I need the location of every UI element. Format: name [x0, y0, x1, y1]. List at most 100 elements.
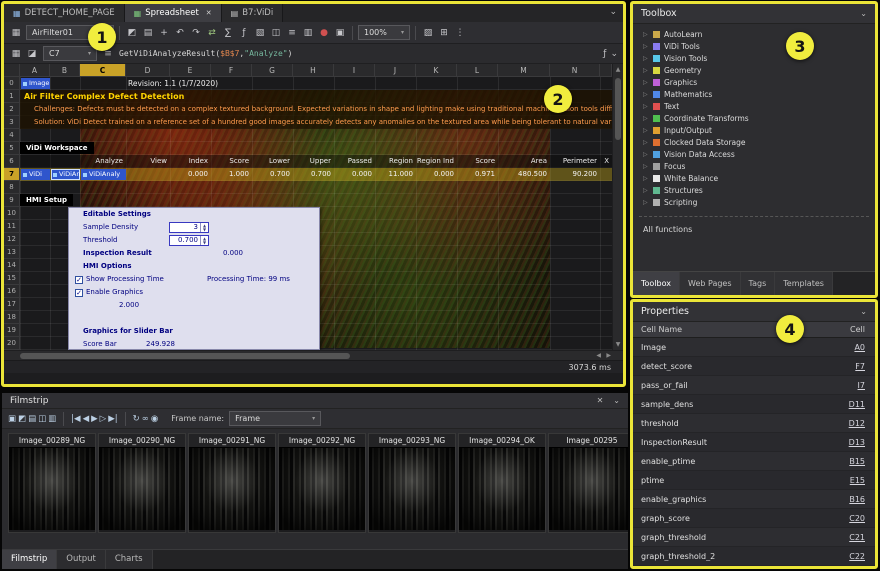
cell-reference-box[interactable]: C7 ▾	[43, 46, 97, 61]
property-cell-link[interactable]: E15	[823, 476, 875, 485]
toolbox-category[interactable]: ▷ Graphics	[633, 76, 875, 88]
transfer-icon[interactable]: ⇄	[205, 22, 219, 44]
sum-icon[interactable]: ∑	[221, 22, 235, 44]
row-vidi-results[interactable]: ViDi ViDiAnal ViDiAnaly 0.000 1.000 0.70…	[4, 168, 612, 181]
grid-corner[interactable]	[4, 64, 20, 76]
scroll-up-icon[interactable]: ▲	[613, 64, 623, 75]
result-value-cell[interactable]: 0.700	[252, 168, 293, 181]
column-header[interactable]: A	[20, 64, 50, 76]
row-number[interactable]: 15	[4, 272, 20, 285]
row-number[interactable]: 9	[4, 194, 20, 207]
row-number[interactable]: 2	[4, 103, 20, 116]
column-header[interactable]: H	[293, 64, 334, 76]
row-number[interactable]: 4	[4, 129, 20, 142]
formula-input[interactable]: GetViDiAnalyzeResult($B$7,"Analyze")	[119, 49, 599, 58]
horizontal-scrollbar[interactable]: ◀ ▶	[4, 350, 623, 360]
thumbnails-icon[interactable]: ◫	[38, 409, 46, 429]
checkbox-checked[interactable]: ✓	[75, 289, 83, 297]
function-chevron-icon[interactable]: ⌄	[610, 49, 618, 59]
column-header[interactable]: I	[334, 64, 375, 76]
property-cell-link[interactable]: I7	[823, 381, 875, 390]
toolbox-category[interactable]: ▷ Vision Data Access	[633, 148, 875, 160]
checkbox-checked[interactable]: ✓	[75, 276, 83, 284]
result-value-cell[interactable]: 480.500	[498, 168, 550, 181]
toolbox-category[interactable]: ▷ Scripting	[633, 196, 875, 208]
image-thumbnail[interactable]: Image_00294_OK	[458, 433, 546, 533]
last-frame-icon[interactable]: ▶|	[108, 409, 117, 429]
document-tab[interactable]: ▦ Spreadsheet ✕	[125, 4, 222, 22]
toolbox-category[interactable]: ▷ Input/Output	[633, 124, 875, 136]
expand-arrow-icon[interactable]: ▷	[643, 67, 649, 74]
prev-frame-icon[interactable]: ◀	[83, 409, 90, 429]
chevron-down-icon[interactable]: ⌄	[860, 9, 867, 18]
result-value-cell[interactable]: 90.200	[550, 168, 600, 181]
vidi-analyze-chip[interactable]: ViDiAnal	[51, 169, 80, 180]
thumbnail-image[interactable]	[99, 447, 185, 530]
expand-arrow-icon[interactable]: ▷	[643, 91, 649, 98]
result-value-cell[interactable]: 11.000	[375, 168, 416, 181]
function-icon[interactable]: ƒ	[237, 22, 251, 44]
record-icon[interactable]: ●	[317, 22, 331, 44]
palette-icon[interactable]: ◪	[25, 43, 39, 65]
expand-arrow-icon[interactable]: ▷	[643, 187, 649, 194]
document-tab[interactable]: ▤ B7:ViDi	[222, 4, 284, 22]
expand-arrow-icon[interactable]: ▷	[643, 163, 649, 170]
result-value-cell[interactable]: 0.000	[416, 168, 457, 181]
property-cell-link[interactable]: C20	[823, 514, 875, 523]
spin-down-icon[interactable]: ▼	[203, 228, 206, 232]
vidi-analysis-chip[interactable]: ViDiAnaly	[81, 169, 126, 180]
thumbnail-image[interactable]	[459, 447, 545, 530]
result-value-cell[interactable]: 0.971	[457, 168, 498, 181]
expand-arrow-icon[interactable]: ▷	[643, 115, 649, 122]
toolbox-category[interactable]: ▷ Structures	[633, 184, 875, 196]
row-number[interactable]: 1	[4, 90, 20, 103]
column-header[interactable]: B	[50, 64, 80, 76]
redo-icon[interactable]: ↷	[189, 22, 203, 44]
thumbnail-image[interactable]	[189, 447, 275, 530]
thumbnail-image[interactable]	[279, 447, 365, 530]
column-header[interactable]: J	[375, 64, 416, 76]
play-icon[interactable]: ▶	[91, 409, 98, 429]
link-icon[interactable]: ∞	[142, 409, 149, 429]
spinner-arrows[interactable]: ▲▼	[200, 236, 208, 245]
image-thumbnail[interactable]: Image_00290_NG	[98, 433, 186, 533]
bottom-panel-tab[interactable]: Output	[57, 550, 106, 569]
result-value-cell[interactable]: 1.000	[211, 168, 252, 181]
property-cell-link[interactable]: D12	[823, 419, 875, 428]
property-cell-link[interactable]: B15	[823, 457, 875, 466]
tabbar-chevron-icon[interactable]: ⌄	[609, 7, 617, 17]
insert-function-icon[interactable]: ƒ	[603, 49, 606, 59]
tab-close-icon[interactable]: ✕	[206, 9, 212, 17]
expand-arrow-icon[interactable]: ▷	[643, 43, 649, 50]
vertical-scrollbar[interactable]: ▲ ▼	[612, 64, 623, 350]
row-number[interactable]: 0	[4, 77, 20, 90]
save-icon[interactable]: ◩	[125, 22, 139, 44]
document-tab[interactable]: ▦ DETECT_HOME_PAGE	[4, 4, 125, 22]
print-icon[interactable]: ▤	[141, 22, 155, 44]
result-value-cell[interactable]: 0.700	[293, 168, 334, 181]
frame-name-selector[interactable]: Frame ▾	[229, 411, 321, 426]
toolbox-category[interactable]: ▷ Mathematics	[633, 88, 875, 100]
scroll-left-icon[interactable]: ◀	[596, 351, 601, 361]
toolbox-category[interactable]: ▷ Vision Tools	[633, 52, 875, 64]
insert-icon[interactable]: +	[157, 22, 171, 44]
column-header[interactable]: K	[416, 64, 457, 76]
row-number[interactable]: 20	[4, 337, 20, 350]
toolbox-category[interactable]: ▷ Clocked Data Storage	[633, 136, 875, 148]
expand-arrow-icon[interactable]: ▷	[643, 79, 649, 86]
expand-arrow-icon[interactable]: ▷	[643, 103, 649, 110]
row-number[interactable]: 13	[4, 246, 20, 259]
image-thumbnail[interactable]: Image_00295	[548, 433, 628, 533]
toolbox-tab[interactable]: Toolbox	[633, 272, 680, 295]
sheet-icon[interactable]: ▦	[9, 43, 23, 65]
expand-arrow-icon[interactable]: ▷	[643, 175, 649, 182]
row-number[interactable]: 17	[4, 298, 20, 311]
toolbox-tab[interactable]: Web Pages	[680, 272, 741, 295]
expand-arrow-icon[interactable]: ▷	[643, 127, 649, 134]
property-cell-link[interactable]: D13	[823, 438, 875, 447]
property-cell-link[interactable]: C21	[823, 533, 875, 542]
toolbox-category[interactable]: ▷ Geometry	[633, 64, 875, 76]
show-processing-time-option[interactable]: ✓ Show Processing Time	[75, 273, 164, 286]
row-number[interactable]: 10	[4, 207, 20, 220]
expand-arrow-icon[interactable]: ▷	[643, 31, 649, 38]
